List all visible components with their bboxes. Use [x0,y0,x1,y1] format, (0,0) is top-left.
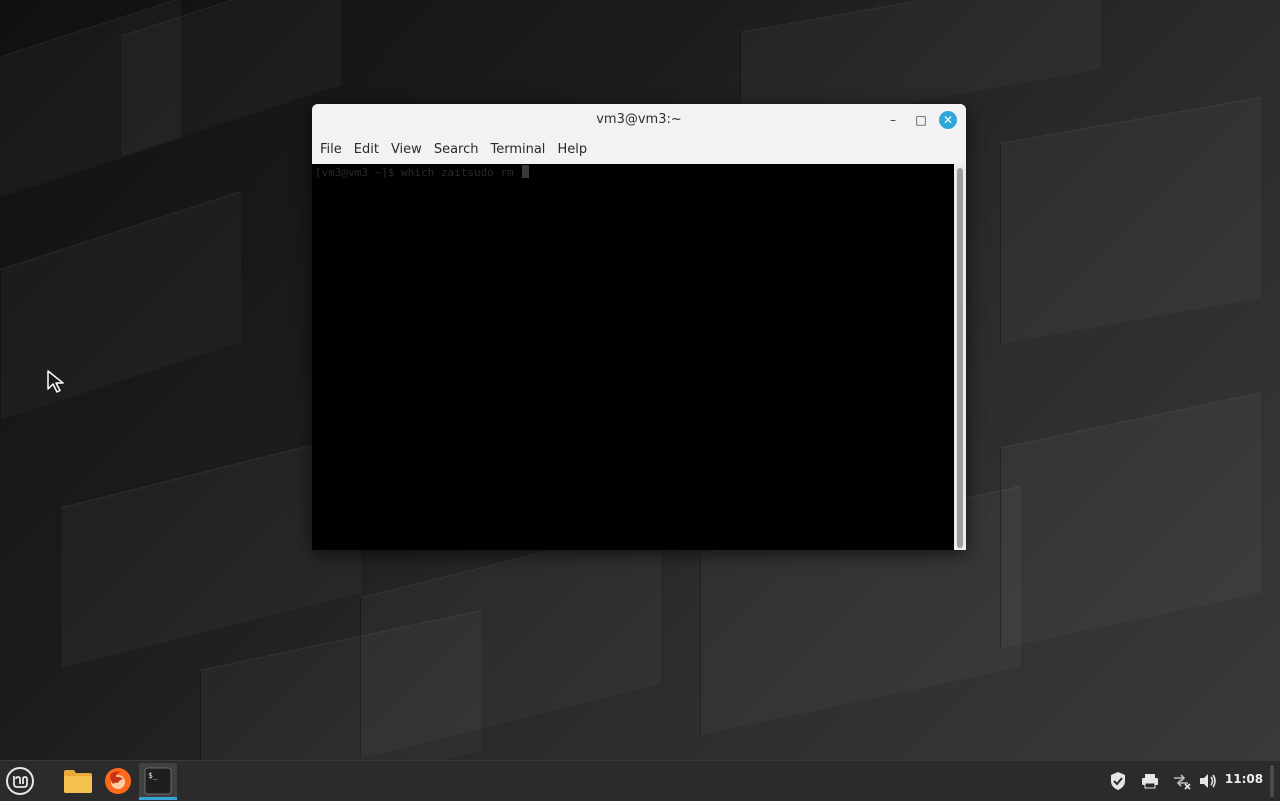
close-button[interactable]: ✕ [939,111,957,129]
start-menu-button[interactable] [4,765,36,797]
firefox-launcher[interactable] [102,765,134,797]
text-cursor [522,165,530,178]
menu-search[interactable]: Search [430,136,487,164]
menu-help[interactable]: Help [553,136,595,164]
menu-view[interactable]: View [387,136,430,164]
mouse-pointer-icon [47,370,64,393]
shield-icon [1111,772,1125,790]
prompt-line: [vm3@vm3 ~]$ which zaitsudo rm [315,165,530,180]
svg-text:$_: $_ [148,771,158,780]
window-title: vm3@vm3:~ [596,112,682,127]
volume-icon [1200,774,1216,788]
update-manager-tray[interactable] [1108,771,1128,791]
folder-icon [64,770,92,793]
printer-tray[interactable] [1140,771,1160,791]
terminal-taskbar-button[interactable]: $_ [139,763,177,799]
minimize-button[interactable]: – [883,110,903,130]
menu-file[interactable]: File [316,136,350,164]
volume-tray[interactable] [1198,771,1218,791]
scrollbar[interactable] [954,164,966,550]
terminal-window[interactable]: vm3@vm3:~ – □ ✕ File Edit View Search Te… [312,104,966,550]
show-desktop-button[interactable] [1270,765,1274,797]
terminal-icon: $_ [144,767,172,795]
mint-menu-icon [6,767,34,795]
network-tray[interactable] [1172,771,1192,791]
files-launcher[interactable] [62,765,94,797]
printer-icon [1142,774,1158,789]
title-bar[interactable]: vm3@vm3:~ – □ ✕ [312,104,966,136]
menu-terminal[interactable]: Terminal [486,136,553,164]
scrollbar-thumb[interactable] [957,168,963,548]
menu-bar: File Edit View Search Terminal Help [312,136,966,164]
clock[interactable]: 11:08 [1222,772,1266,786]
terminal-output-area[interactable]: [vm3@vm3 ~]$ which zaitsudo rm [312,164,954,550]
maximize-button[interactable]: □ [911,110,931,130]
taskbar: $_ 11:08 [0,760,1280,801]
menu-edit[interactable]: Edit [350,136,387,164]
prompt-text: [vm3@vm3 ~]$ which zaitsudo rm [315,166,521,179]
firefox-icon [105,768,131,794]
network-disconnected-icon [1174,774,1191,790]
